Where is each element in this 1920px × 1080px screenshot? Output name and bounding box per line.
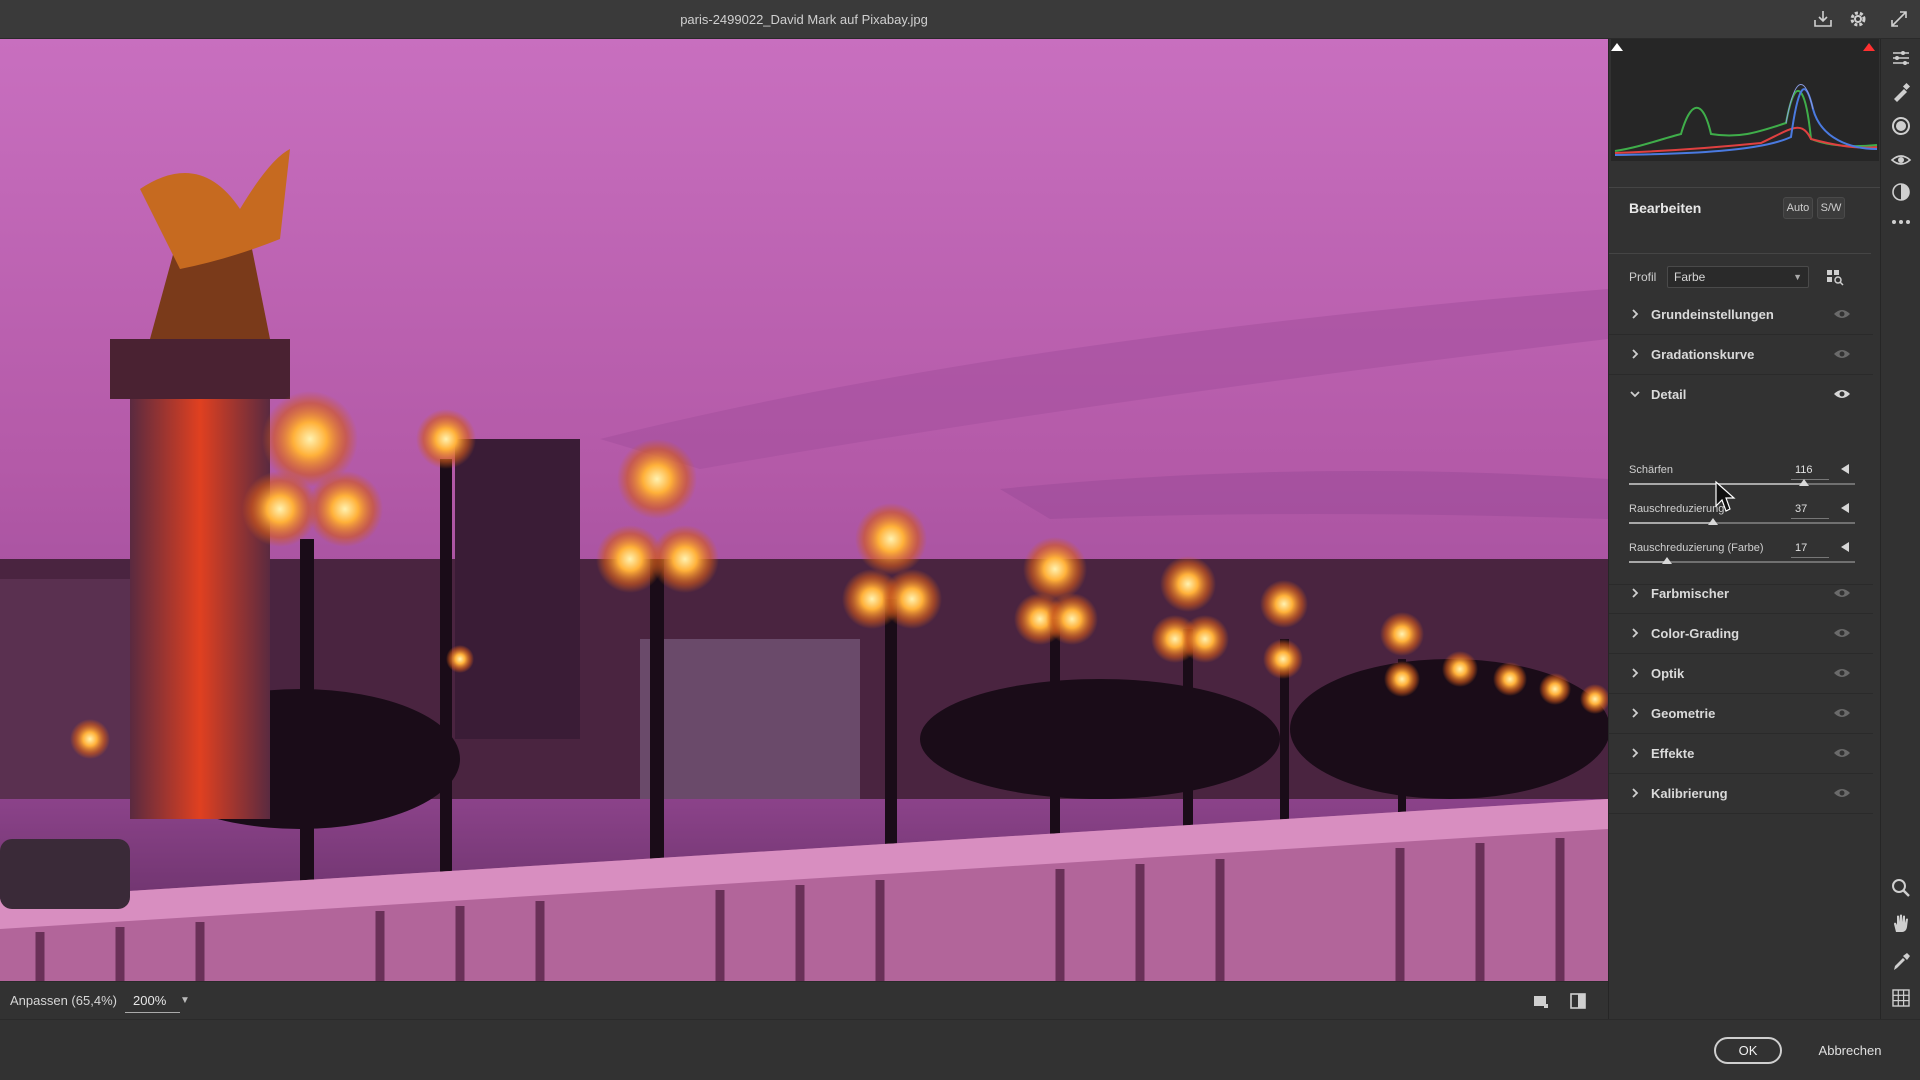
reset-triangle-icon[interactable] [1839,541,1851,553]
section-label: Color-Grading [1651,626,1740,641]
slider-label: Rauschreduzierung [1629,503,1725,515]
view-status-bar: Anpassen (65,4%) 200% ▼ [0,981,1608,1019]
section-label: Grundeinstellungen [1651,307,1774,322]
chevron-right-icon [1632,588,1639,598]
profile-browser-icon[interactable] [1824,266,1846,288]
fullscreen-icon[interactable] [1888,8,1910,30]
eye-icon[interactable] [1833,586,1851,600]
slider-track[interactable] [1629,557,1855,564]
reset-triangle-icon[interactable] [1839,502,1851,514]
eye-icon[interactable] [1833,347,1851,361]
histogram [1611,39,1879,161]
red-eye-icon[interactable] [1890,149,1912,171]
slider-label: Schärfen [1629,464,1674,476]
slider-thumb[interactable] [1662,557,1673,564]
black-white-button[interactable]: S/W [1817,197,1845,219]
healing-brush-icon[interactable] [1890,81,1912,103]
detail-controls: Schärfen 116 Rauschreduzierung 37 Rausch… [1609,460,1873,585]
edit-panel: Bearbeiten Auto S/W Profil Farbe ▼ Grund… [1608,39,1881,1019]
section-grundeinstellungen[interactable]: Grundeinstellungen [1609,295,1873,335]
ok-button[interactable]: OK [1714,1037,1782,1064]
chevron-right-icon [1632,628,1639,638]
chevron-down-icon: ▼ [1793,272,1802,282]
panel-title: Bearbeiten [1629,200,1702,216]
divider [1609,253,1871,254]
chevron-right-icon [1632,349,1639,359]
save-icon[interactable] [1812,8,1834,30]
profile-value: Farbe [1674,270,1706,284]
eye-icon[interactable] [1833,746,1851,760]
sharpen-slider[interactable]: Schärfen 116 [1629,460,1865,496]
title-bar: paris-2499022_David Mark auf Pixabay.jpg [0,0,1920,39]
section-label: Farbmischer [1651,586,1730,601]
chevron-right-icon [1632,748,1639,758]
eye-icon[interactable] [1833,387,1851,401]
shadow-clipping-icon [1611,43,1623,51]
eye-icon[interactable] [1833,706,1851,720]
eye-icon[interactable] [1833,786,1851,800]
zoom-level-field[interactable]: 200% [125,989,180,1013]
color-noise-reduction-slider[interactable]: Rauschreduzierung (Farbe) 17 [1629,538,1865,574]
gear-icon[interactable] [1847,8,1869,30]
section-detail[interactable]: Detail [1609,375,1873,415]
grid-icon[interactable] [1890,987,1912,1009]
slider-track[interactable] [1629,479,1855,486]
chevron-right-icon [1632,668,1639,678]
chevron-right-icon [1632,309,1639,319]
presets-icon[interactable] [1890,181,1912,203]
hand-icon[interactable] [1890,912,1912,934]
document-title: paris-2499022_David Mark auf Pixabay.jpg [680,12,928,27]
section-label: Effekte [1651,746,1695,761]
slider-fill [1629,522,1713,524]
section-optik[interactable]: Optik [1609,654,1873,694]
section-farbmischer[interactable]: Farbmischer [1609,574,1873,614]
eye-icon[interactable] [1833,626,1851,640]
image-canvas[interactable] [0,39,1608,981]
before-after-icon[interactable] [1568,991,1588,1011]
fit-zoom-button[interactable]: Anpassen (65,4%) [10,993,117,1008]
slider-value-field[interactable]: 17 [1791,538,1829,558]
cancel-button[interactable]: Abbrechen [1806,1037,1894,1064]
slider-value-field[interactable]: 37 [1791,499,1829,519]
reset-triangle-icon[interactable] [1839,463,1851,475]
section-label: Detail [1651,387,1687,402]
chevron-right-icon [1632,708,1639,718]
section-label: Gradationskurve [1651,347,1755,362]
zoom-dropdown-icon[interactable]: ▼ [180,989,194,1013]
slider-thumb[interactable] [1798,479,1809,486]
auto-button[interactable]: Auto [1783,197,1813,219]
mask-icon[interactable] [1890,115,1912,137]
more-icon[interactable] [1890,211,1912,233]
section-effekte[interactable]: Effekte [1609,734,1873,774]
edit-sliders-icon[interactable] [1890,47,1912,69]
slider-thumb[interactable] [1707,518,1718,525]
photo-preview [0,39,1608,981]
section-geometrie[interactable]: Geometrie [1609,694,1873,734]
chevron-down-icon [1630,391,1640,398]
profile-label: Profil [1629,270,1657,284]
dialog-footer: OK Abbrechen [0,1019,1920,1080]
profile-select[interactable]: Farbe ▼ [1667,266,1809,288]
section-gradationskurve[interactable]: Gradationskurve [1609,335,1873,375]
chevron-right-icon [1632,788,1639,798]
section-label: Geometrie [1651,706,1716,721]
section-label: Kalibrierung [1651,786,1728,801]
noise-reduction-slider[interactable]: Rauschreduzierung 37 [1629,499,1865,535]
section-color-grading[interactable]: Color-Grading [1609,614,1873,654]
eyedropper-icon[interactable] [1890,951,1912,973]
camera-raw-window: paris-2499022_David Mark auf Pixabay.jpg [0,0,1920,1080]
slider-value-field[interactable]: 116 [1791,460,1829,480]
tool-strip [1880,39,1920,1019]
eye-icon[interactable] [1833,666,1851,680]
eye-icon[interactable] [1833,307,1851,321]
single-view-icon[interactable] [1530,991,1550,1011]
mouse-cursor-icon [1715,480,1736,512]
section-kalibrierung[interactable]: Kalibrierung [1609,774,1873,814]
slider-label: Rauschreduzierung (Farbe) [1629,542,1764,554]
zoom-icon[interactable] [1890,877,1912,899]
highlight-clipping-icon [1863,43,1875,51]
divider [1609,187,1881,188]
section-label: Optik [1651,666,1685,681]
slider-track[interactable] [1629,518,1855,525]
